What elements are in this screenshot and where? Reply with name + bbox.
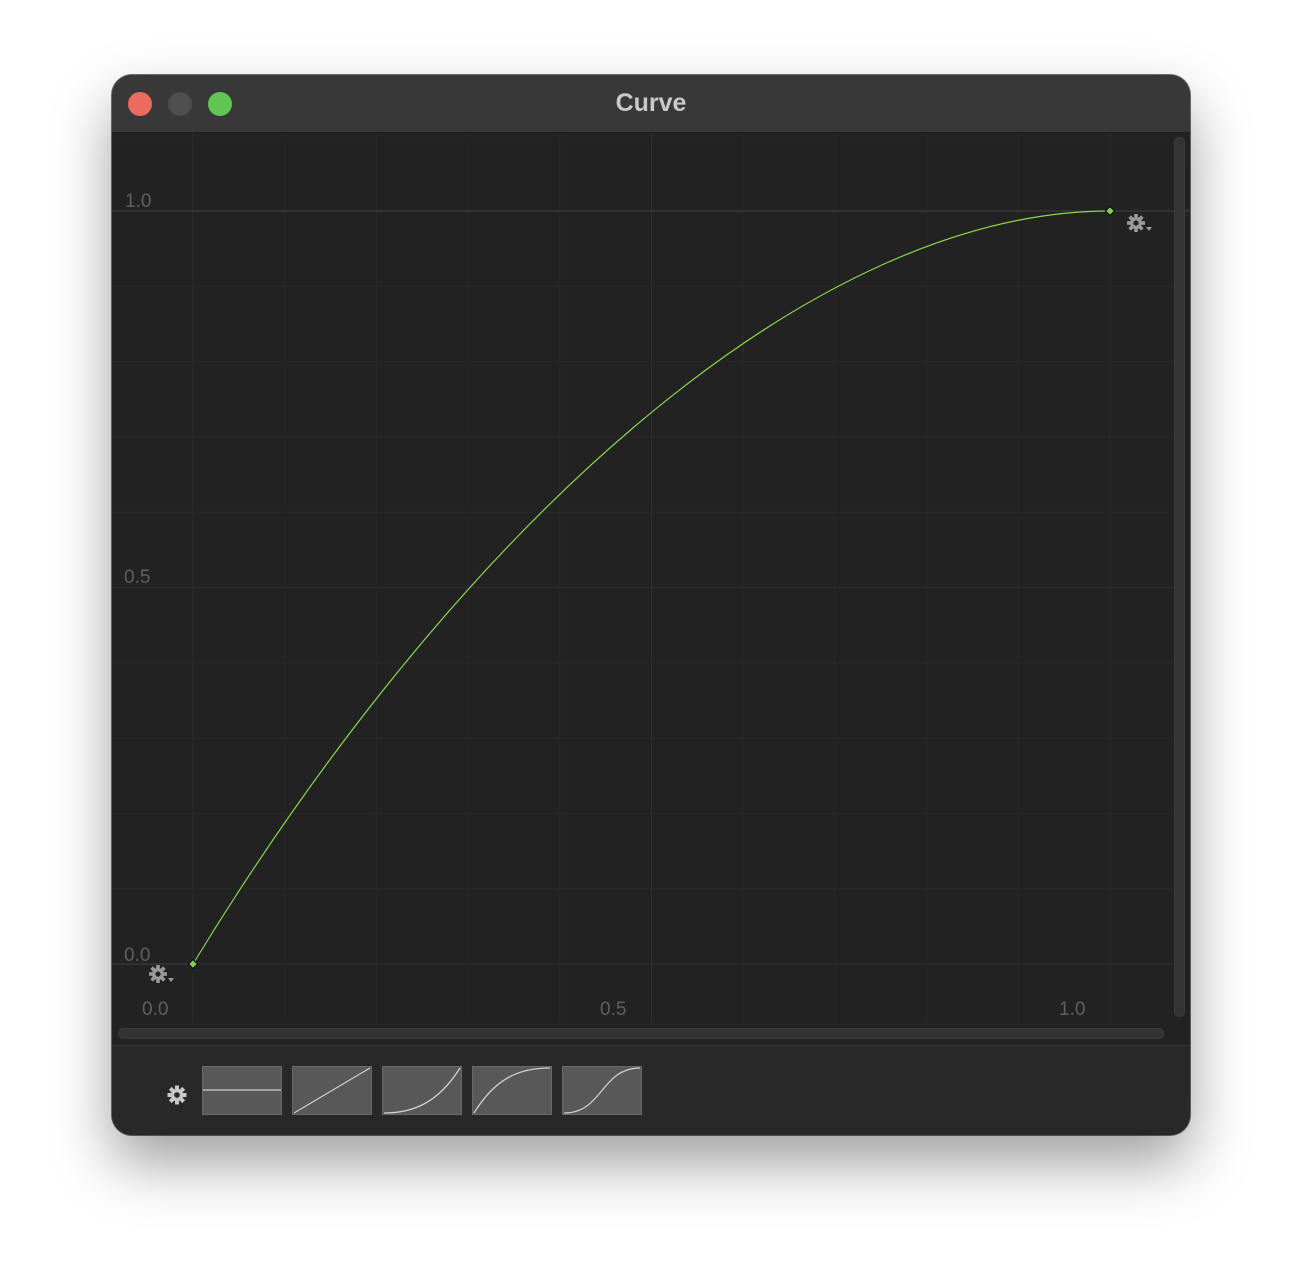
horizontal-scrollbar[interactable]: [118, 1028, 1164, 1039]
preset-ease-in-out-icon: [563, 1067, 641, 1114]
preset-constant-icon: [203, 1089, 281, 1091]
preset-ease-in-out[interactable]: [562, 1066, 642, 1115]
curve-graph-area[interactable]: 1.0 0.5 0.0 0.0 0.5 1.0: [112, 133, 1190, 1045]
preset-ease-in[interactable]: [382, 1066, 462, 1115]
presets-settings-gear-icon[interactable]: [166, 1084, 188, 1106]
preset-linear[interactable]: [292, 1066, 372, 1115]
preset-ease-out-icon: [473, 1067, 551, 1114]
keyframe-options-gear-icon[interactable]: [1125, 212, 1155, 236]
x-tick-label: 0.5: [600, 999, 627, 1020]
x-tick-label: 1.0: [1059, 999, 1086, 1020]
x-tick-label: 0.0: [142, 999, 169, 1020]
preset-ease-out[interactable]: [472, 1066, 552, 1115]
grid: [112, 133, 1172, 1023]
y-tick-label: 0.5: [124, 567, 151, 588]
keyframe-options-gear-icon[interactable]: [147, 963, 177, 987]
window-title: Curve: [615, 89, 687, 117]
curve-editor-window: Curve 1.0 0.5 0.0 0.0 0.5 1.0: [112, 75, 1190, 1135]
vertical-scrollbar[interactable]: [1174, 137, 1185, 1017]
curve-graph[interactable]: [112, 133, 1190, 1045]
preset-ease-in-icon: [383, 1067, 461, 1114]
keyframe-point[interactable]: [187, 958, 199, 970]
preset-linear-icon: [293, 1067, 371, 1114]
y-tick-label: 1.0: [125, 191, 152, 212]
keyframe-point[interactable]: [1104, 205, 1116, 217]
presets-bar: [112, 1045, 1190, 1135]
title-bar[interactable]: Curve: [112, 75, 1190, 133]
preset-constant[interactable]: [202, 1066, 282, 1115]
